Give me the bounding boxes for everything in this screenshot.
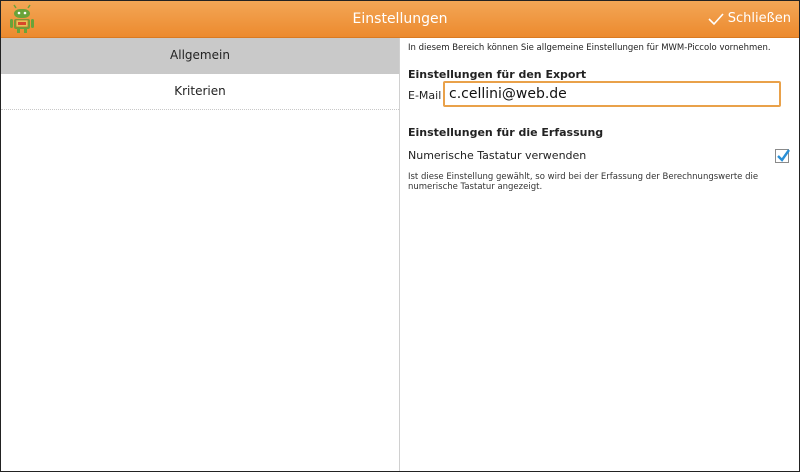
screen-title: Einstellungen [352, 11, 448, 27]
numeric-keyboard-checkbox[interactable] [775, 149, 790, 163]
capture-section-heading: Einstellungen für die Erfassung [408, 126, 604, 139]
checkmark-icon [708, 13, 724, 26]
settings-sidebar: Allgemein Kriterien [1, 38, 400, 471]
close-button[interactable]: Schließen [708, 1, 791, 37]
intro-text: In diesem Bereich können Sie allgemeine … [408, 43, 771, 53]
sidebar-item-kriterien[interactable]: Kriterien [1, 74, 399, 110]
app-window: Einstellungen Schließen Allgemein Kriter… [0, 0, 800, 472]
numeric-keyboard-description: Ist diese Einstellung gewählt, so wird b… [408, 172, 759, 192]
close-label: Schließen [727, 11, 791, 26]
settings-detail-pane: In diesem Bereich können Sie allgemeine … [400, 38, 799, 471]
email-field[interactable] [443, 81, 781, 107]
checkmark-icon [777, 149, 790, 162]
sidebar-item-allgemein[interactable]: Allgemein [1, 38, 399, 74]
email-label: E-Mail [408, 89, 442, 102]
numeric-keyboard-label[interactable]: Numerische Tastatur verwenden [408, 149, 586, 162]
export-section-heading: Einstellungen für den Export [408, 68, 587, 81]
action-bar: Einstellungen Schließen [1, 1, 799, 38]
